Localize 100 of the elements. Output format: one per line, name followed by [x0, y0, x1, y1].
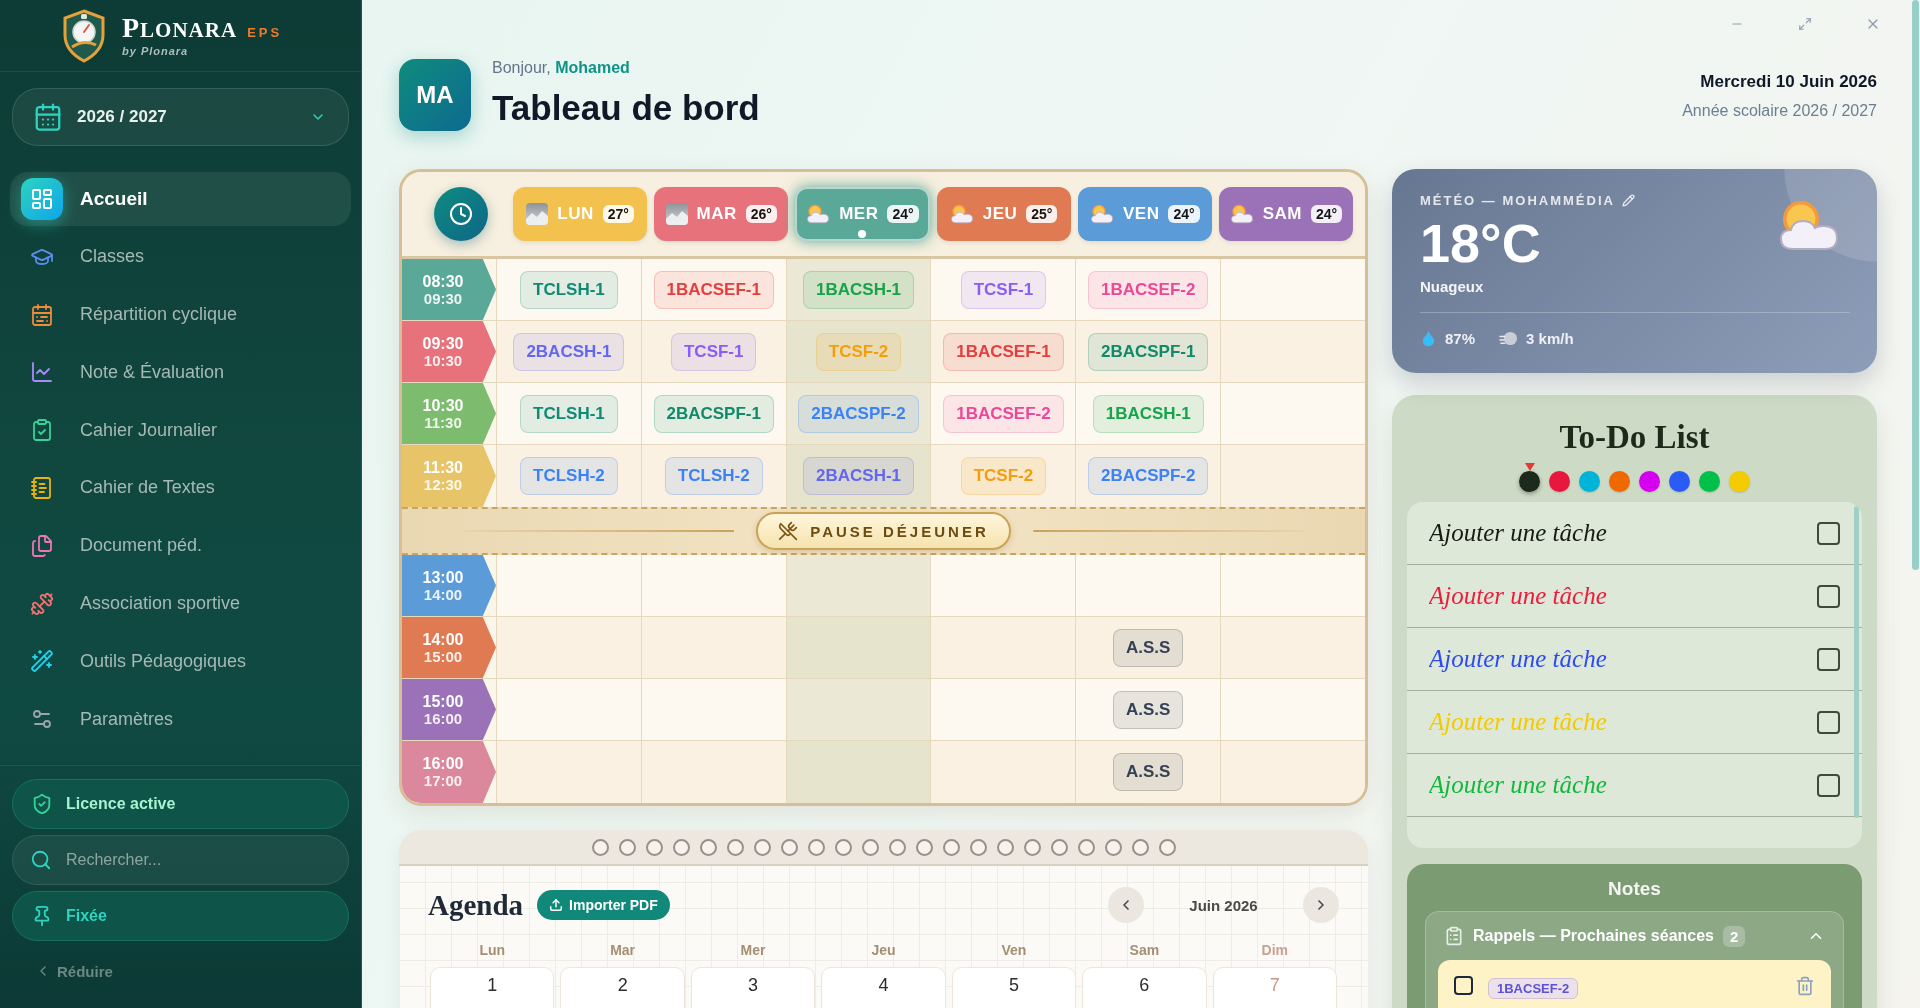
collapse-button[interactable]: Réduire	[12, 956, 119, 986]
start-time: 15:00	[422, 692, 464, 710]
fog-icon	[526, 203, 549, 225]
trash-icon[interactable]	[1795, 976, 1815, 996]
class-tag[interactable]: 2BACSPF-2	[1088, 457, 1209, 495]
nav-item[interactable]: Accueil	[10, 172, 351, 226]
nav-item[interactable]: Association sportive	[10, 576, 351, 631]
class-tag[interactable]: A.S.S	[1113, 690, 1184, 729]
binding-ring-icon	[1158, 838, 1176, 856]
pencil-icon[interactable]	[1621, 194, 1635, 207]
next-month-button[interactable]	[1303, 887, 1339, 923]
class-tag[interactable]: 1BACSEF-1	[653, 270, 774, 309]
nav-item[interactable]: Paramètres	[10, 692, 351, 747]
class-tag[interactable]: 1BACSEF-2	[943, 394, 1064, 433]
task-checkbox[interactable]	[1817, 584, 1840, 608]
day-tab[interactable]: LUN 27°	[513, 187, 648, 241]
start-time: 10:30	[422, 396, 464, 414]
nav-item[interactable]: Répartition cyclique	[10, 287, 351, 342]
month-label: Juin 2026	[1188, 896, 1259, 914]
clipboard-icon	[1444, 926, 1464, 946]
day-tab[interactable]: JEU 25°	[936, 187, 1071, 241]
class-tag[interactable]: TCSF-1	[671, 332, 757, 371]
brand-tagline: by Plonara	[122, 45, 190, 57]
day-tab[interactable]: MER 24°	[795, 187, 930, 241]
calendar-icon	[33, 102, 63, 132]
weekday-label: Mer	[739, 941, 767, 960]
nav-item[interactable]: Document péd.	[10, 518, 351, 573]
calendar-day[interactable]: 1	[430, 967, 555, 1008]
nav-item[interactable]: Cahier Journalier	[10, 403, 351, 458]
scrollbar-thumb[interactable]	[1854, 506, 1859, 818]
color-swatch[interactable]	[1609, 471, 1630, 492]
task-checkbox[interactable]	[1817, 647, 1840, 671]
class-tag[interactable]: 1BACSEF-1	[943, 332, 1064, 371]
end-time: 16:00	[423, 710, 463, 727]
previous-month-button[interactable]	[1108, 887, 1144, 923]
task-checkbox[interactable]	[1817, 521, 1840, 545]
calendar-day[interactable]: 7	[1212, 967, 1337, 1008]
color-swatch[interactable]	[1669, 471, 1690, 492]
calendar-day[interactable]: 3	[690, 967, 816, 1008]
color-swatch[interactable]	[1519, 471, 1540, 492]
year-select[interactable]: 2026 / 2027	[12, 88, 349, 146]
class-tag[interactable]: 2BACSPF-1	[1088, 332, 1209, 371]
weather-condition: Nuageux	[1420, 278, 1484, 295]
class-tag[interactable]: TCLSH-1	[520, 394, 618, 433]
sun-cloud-icon	[806, 204, 831, 224]
day-tab[interactable]: VEN 24°	[1077, 187, 1212, 241]
current-date: Mercredi 10 Juin 2026	[1700, 72, 1877, 92]
todo-title: To-Do List	[1559, 418, 1710, 457]
wind-icon	[1499, 330, 1519, 347]
binding-ring-icon	[888, 838, 906, 856]
nav-item[interactable]: Note & Évaluation	[10, 345, 351, 400]
color-swatch[interactable]	[1729, 471, 1750, 492]
class-tag[interactable]: 1BACSH-1	[1092, 394, 1204, 433]
end-time: 09:30	[423, 290, 463, 307]
day-tab[interactable]: SAM 24°	[1218, 187, 1354, 241]
shield-stopwatch-logo-icon	[62, 8, 106, 63]
calendar-day[interactable]: 2	[560, 967, 685, 1008]
weekday-label: Sam	[1128, 941, 1161, 960]
nav-item[interactable]: Cahier de Textes	[10, 461, 351, 515]
calendar-day[interactable]: 6	[1082, 967, 1207, 1008]
class-tag[interactable]: TCLSH-2	[664, 457, 763, 495]
class-tag[interactable]: 2BACSH-1	[803, 457, 915, 495]
dumbbell-icon	[30, 591, 54, 616]
class-tag[interactable]: TCLSH-1	[520, 270, 618, 309]
class-tag[interactable]: 2BACSPF-1	[653, 394, 774, 433]
binding-ring-icon	[1050, 838, 1068, 856]
scrollbar-thumb[interactable]	[1912, 0, 1919, 570]
class-tag[interactable]: 2BACSH-1	[513, 332, 625, 371]
brand-name: PLONARA	[122, 14, 238, 42]
task-checkbox[interactable]	[1817, 710, 1840, 734]
binding-ring-icon	[861, 838, 879, 856]
binding-ring-icon	[780, 838, 798, 856]
calendar-day[interactable]: 5	[951, 967, 1077, 1008]
calendar-day[interactable]: 4	[821, 967, 946, 1008]
class-tag[interactable]: 1BACSEF-2	[1088, 270, 1209, 309]
task-checkbox[interactable]	[1817, 773, 1840, 797]
color-swatch[interactable]	[1699, 471, 1720, 492]
pin-button[interactable]: Fixée	[12, 891, 349, 941]
binding-ring-icon	[996, 838, 1014, 856]
class-tag[interactable]: A.S.S	[1113, 753, 1184, 791]
class-tag[interactable]: TCSF-1	[960, 270, 1047, 309]
import-pdf-button[interactable]: Importer PDF	[537, 890, 670, 920]
color-swatch[interactable]	[1549, 471, 1570, 492]
color-swatch[interactable]	[1579, 471, 1600, 492]
droplet-icon	[1420, 330, 1437, 347]
nav-item[interactable]: Outils Pédagogiques	[10, 634, 351, 689]
binding-ring-icon	[726, 838, 744, 856]
binding-ring-icon	[807, 838, 825, 856]
nav-item[interactable]: Classes	[10, 229, 351, 284]
binding-ring-icon	[591, 838, 609, 856]
color-swatch[interactable]	[1639, 471, 1660, 492]
sun-cloud-icon	[1777, 199, 1841, 251]
reminders-header[interactable]: Rappels — Prochaines séances 2	[1426, 912, 1843, 960]
school-year: Année scolaire 2026 / 2027	[1682, 102, 1877, 120]
class-tag[interactable]: TCLSH-2	[520, 457, 618, 495]
class-tag[interactable]: A.S.S	[1113, 628, 1184, 667]
day-tab[interactable]: MAR 26°	[654, 187, 789, 241]
class-tag[interactable]: 2BACSPF-2	[798, 394, 919, 433]
note-checkbox[interactable]	[1454, 976, 1473, 995]
weather-location: MÉTÉO — MOHAMMÉDIA	[1420, 193, 1615, 208]
